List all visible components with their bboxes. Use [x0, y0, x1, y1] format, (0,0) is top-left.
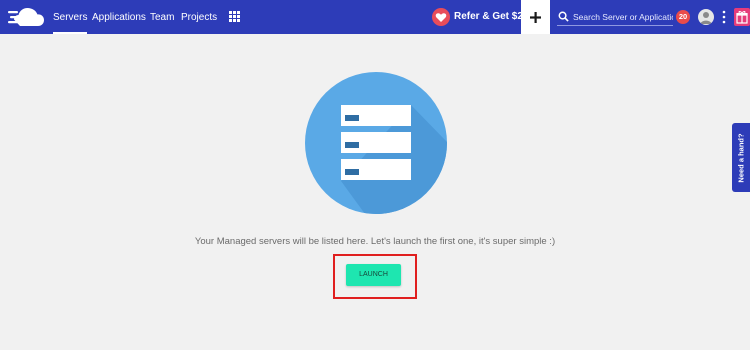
empty-state-message: Your Managed servers will be listed here… [194, 236, 556, 247]
notification-badge[interactable]: 20 [676, 10, 690, 24]
plus-icon [530, 12, 541, 23]
cloud-logo-icon[interactable] [8, 6, 44, 28]
heart-icon [432, 8, 450, 26]
nav-projects[interactable]: Projects [181, 0, 217, 34]
nav-team[interactable]: Team [150, 0, 174, 34]
search-input[interactable] [573, 9, 673, 24]
server-stack-icon [305, 72, 447, 214]
add-button[interactable] [521, 0, 550, 34]
kebab-menu-icon[interactable] [721, 10, 727, 24]
need-a-hand-tab[interactable]: Need a hand? [732, 123, 750, 192]
user-avatar-icon[interactable] [698, 9, 714, 25]
search-icon[interactable] [558, 11, 569, 22]
nav-servers[interactable]: Servers [53, 0, 88, 34]
top-navbar: Servers Applications Team Projects Refer… [0, 0, 750, 34]
search-bar [557, 9, 673, 26]
nav-applications[interactable]: Applications [92, 0, 146, 34]
grid-icon[interactable] [229, 11, 240, 22]
refer-label: Refer & Get $20 [454, 11, 529, 22]
launch-button[interactable]: LAUNCH [346, 264, 401, 286]
help-tab-label: Need a hand? [736, 132, 746, 183]
gift-icon[interactable] [734, 8, 750, 26]
